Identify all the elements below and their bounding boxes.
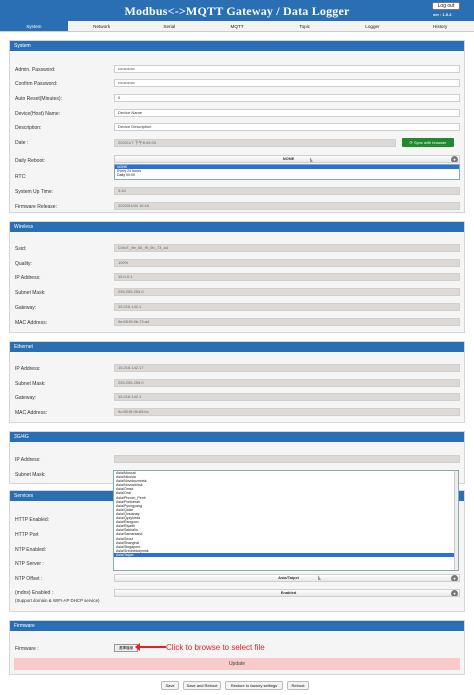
update-button[interactable]: Update [14,658,460,670]
ethernet-mac-field: 9c:65:f9:0b:65:bc [114,408,460,416]
daily-reboot-label: Daily Reboot: [15,158,46,164]
tab-logger[interactable]: Logger [339,21,407,31]
tab-topic[interactable]: Topic [271,21,339,31]
dropdown-option-daily-0000[interactable]: Daily 00:00 [115,173,459,177]
wireless-panel: Wireless Ssid: CVioT_9e_65_f9_0b_73_a4 Q… [9,221,465,333]
annotation-text: Click to browse to select file [166,643,265,652]
ntp-offset-value: Asia/Taipei [278,575,299,580]
tab-mqtt[interactable]: MQTT [203,21,271,31]
logout-button[interactable]: Log out [432,2,460,10]
ntp-enabled-label: NTP Enabled: [15,547,47,553]
quality-field: 100% [114,259,460,267]
firmware-release-field: 2023/01/04 16:16 [114,202,460,210]
system-panel-title: System [10,41,464,51]
quality-label: Quality: [15,261,32,267]
ethernet-gateway-field: 15.216.142.1 [114,393,460,401]
mdns-sublabel: (Support domain & WIFI-AP DHCP service) [15,598,100,603]
mouse-cursor-icon [310,157,313,162]
ntp-offset-label: NTP Offset : [15,576,43,582]
auto-reset-label: Auto Reset(Minutes): [15,96,62,102]
admin-password-label: Admin. Password: [15,67,56,73]
ethernet-ip-label: IP Address: [15,366,41,372]
wireless-gateway-field: 15.216.142.1 [114,303,460,311]
auto-reset-field[interactable]: 0 [114,94,460,102]
date-field: 2023/1/7 下午8:45:03 [114,139,396,147]
cellular-ip-field [114,455,460,463]
sync-button-label: Sync with browser [414,140,447,145]
confirm-password-label: Confirm Password: [15,81,58,87]
firmware-release-label: Firmware Release: [15,204,57,210]
admin-password-field[interactable]: •••••••••••• [114,65,460,73]
wireless-ip-field: 15.0.0.1 [114,273,460,281]
http-enabled-label: HTTP Enabled: [15,517,50,523]
http-port-label: HTTP Port [15,532,39,538]
daily-reboot-select[interactable]: NONE ▾ [114,155,460,163]
ethernet-panel-title: Ethernet [10,342,464,352]
sync-with-browser-button[interactable]: ⟳ Sync with browser [402,138,454,147]
reboot-button[interactable]: Reboot [287,681,309,690]
version-label: ver : 1.0.4 [433,12,452,17]
confirm-password-field[interactable]: •••••••••••• [114,79,460,87]
subnet-mask-dropdown-list: Asia/Muscat Asia/Nicosia Asia/Novokuznet… [113,470,459,571]
tab-serial[interactable]: Serial [135,21,203,31]
wireless-mac-field: 9e:65:f9:0b:73:a4 [114,318,460,326]
cellular-ip-label: IP Address: [15,457,41,463]
chevron-down-icon: ▾ [451,156,458,162]
ethernet-mask-label: Subnet Mask: [15,381,46,387]
uptime-label: System Up Time: [15,189,54,195]
restore-factory-button[interactable]: Restore to factory settings [225,681,283,690]
ethernet-panel: Ethernet IP Address: 15.216.142.17 Subne… [9,341,465,423]
daily-reboot-value: NONE [282,156,295,161]
cellular-panel-title: 3G/4G [10,432,464,442]
mdns-select[interactable]: Enabled ▾ [114,589,460,597]
wireless-ip-label: IP Address: [15,275,41,281]
device-name-label: Device(Host) Name: [15,111,61,117]
wireless-gateway-label: Gateway: [15,305,37,311]
chevron-down-icon: ▾ [451,575,458,581]
device-name-field[interactable]: Device Name [114,109,460,117]
ethernet-mask-field: 255.255.255.0 [114,379,460,387]
annotation-arrow-icon [135,643,166,651]
firmware-file-label: Firmware : [15,646,39,652]
description-label: Description: [15,125,42,131]
ethernet-mac-label: MAC Address: [15,410,47,416]
mdns-label: (mdns) Enabled : [15,590,54,596]
dropdown-scrollbar[interactable] [454,471,458,570]
chevron-down-icon: ▾ [451,590,458,596]
save-button[interactable]: Save [161,681,179,690]
page-title: Modbus<->MQTT Gateway / Data Logger [124,4,350,18]
mouse-cursor-icon [318,575,321,580]
app-header: Modbus<->MQTT Gateway / Data Logger Log … [0,0,474,21]
date-label: Date : [15,140,29,146]
system-panel: System Admin. Password: •••••••••••• Con… [9,40,465,213]
wireless-mask-label: Subnet Mask: [15,290,46,296]
firmware-panel-title: Firmware [10,621,464,631]
save-and-reboot-button[interactable]: Save and Reboot [183,681,221,690]
ethernet-ip-field: 15.216.142.17 [114,364,460,372]
ntp-server-label: NTP Server : [15,561,44,567]
tab-history[interactable]: History [406,21,474,31]
tab-system[interactable]: System [0,21,68,31]
tab-network[interactable]: Network [68,21,136,31]
timezone-option-selected[interactable]: Asia/Taipei [114,552,458,557]
ssid-field: CVioT_9e_65_f9_0b_73_a4 [114,244,460,252]
wireless-mask-field: 255.255.255.0 [114,288,460,296]
uptime-field: 3:43 [114,187,460,195]
mdns-value: Enabled [280,590,297,595]
rtc-label: RTC: [15,174,27,180]
wireless-mac-label: MAC Address: [15,320,47,326]
cellular-mask-label: Subnet Mask: [15,472,46,478]
ethernet-gateway-label: Gateway: [15,395,37,401]
daily-reboot-dropdown: NONE Every 24 hours Daily 00:00 [114,164,460,180]
ssid-label: Ssid: [15,246,27,252]
ntp-offset-select[interactable]: Asia/Taipei ▾ [114,574,460,582]
wireless-panel-title: Wireless [10,222,464,232]
tab-bar: System Network Serial MQTT Topic Logger … [0,21,474,32]
description-field[interactable]: Device Description [114,123,460,131]
